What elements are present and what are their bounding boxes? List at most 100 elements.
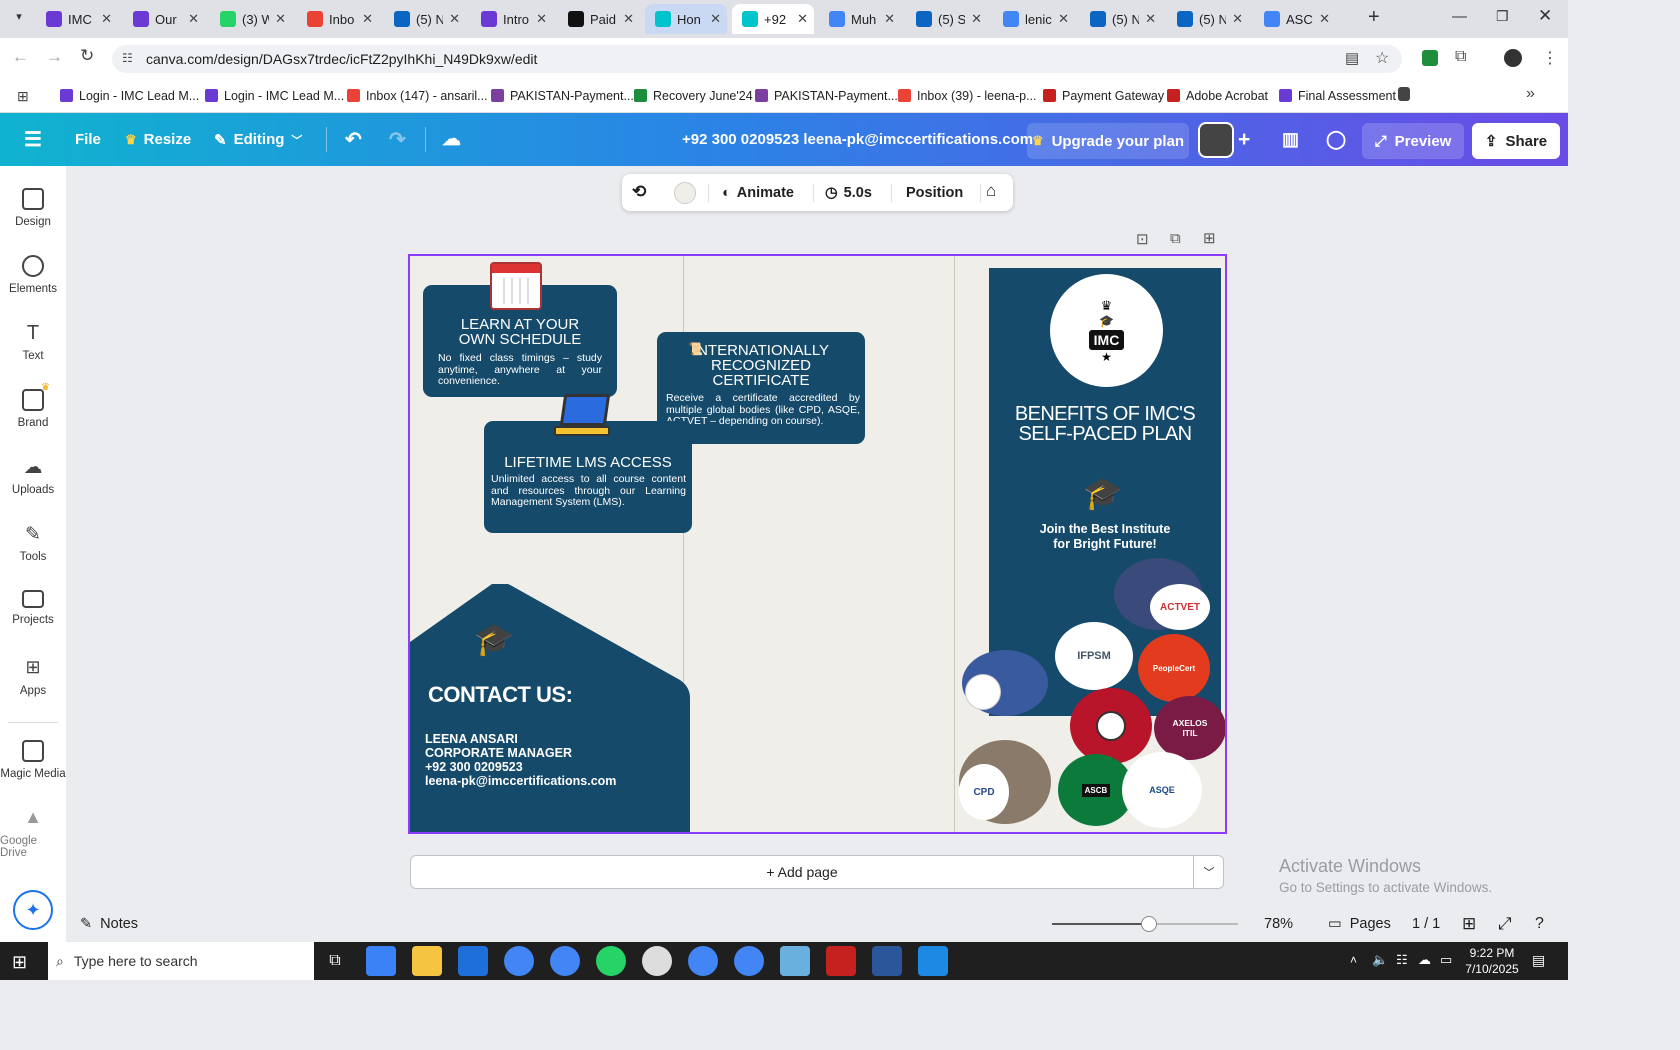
browser-tab[interactable]: Our ✕ <box>123 4 205 34</box>
tab-search-icon[interactable]: ▾ <box>10 10 28 28</box>
taskbar-search-input[interactable]: ⌕ Type here to search <box>48 942 314 980</box>
tab-close-icon[interactable]: ✕ <box>623 11 634 27</box>
copy-style-paintroller-icon[interactable]: ⌂ <box>986 181 996 201</box>
browser-tab[interactable]: Paid ✕ <box>558 4 640 34</box>
share-button[interactable]: ⇪ Share <box>1472 123 1560 159</box>
taskbar-app-icon[interactable] <box>642 946 672 976</box>
position-button[interactable]: Position <box>906 174 963 211</box>
browser-tab[interactable]: (5) S ✕ <box>906 4 988 34</box>
tray-network-icon[interactable]: ☷ <box>1396 952 1408 968</box>
url-input[interactable]: ☷ canva.com/design/DAGsx7trdec/icFtZ2pyI… <box>112 45 1402 73</box>
tab-close-icon[interactable]: ✕ <box>449 11 460 27</box>
sidebar-item-tools[interactable]: ✎ Tools <box>0 523 66 563</box>
back-arrow-icon[interactable]: ← <box>12 47 29 67</box>
bookmark-item[interactable]: Login - IMC Lead M... <box>205 78 344 113</box>
zoom-percentage[interactable]: 78% <box>1264 906 1293 942</box>
tray-cloud-icon[interactable]: ☁ <box>1418 952 1431 968</box>
more-bookmarks-icon[interactable]: » <box>1526 85 1535 103</box>
browser-tab[interactable]: (3) W ✕ <box>210 4 292 34</box>
add-page-chevron-down-icon[interactable]: ﹀ <box>1194 856 1224 888</box>
bookmark-item[interactable]: Login - IMC Lead M... <box>60 78 199 113</box>
taskbar-app-icon[interactable] <box>458 946 488 976</box>
apps-grid-icon[interactable]: ⊞ <box>17 88 29 105</box>
browser-tab[interactable]: IMC ✕ <box>36 4 118 34</box>
upgrade-plan-button[interactable]: ♛ Upgrade your plan <box>1027 123 1189 159</box>
sidebar-item-google-drive[interactable]: ▲ Google Drive <box>0 807 66 859</box>
tab-close-icon[interactable]: ✕ <box>1232 11 1243 27</box>
undo-icon[interactable]: ↶ <box>345 113 362 166</box>
sidebar-item-projects[interactable]: Projects <box>0 590 66 626</box>
extensions-puzzle-icon[interactable]: ⧉ <box>1455 48 1466 66</box>
bookmark-item[interactable]: Recovery June'24 <box>634 78 753 113</box>
sidebar-item-design[interactable]: Design <box>0 188 66 228</box>
bookmark-item[interactable]: PAKISTAN-Payment... <box>491 78 634 113</box>
browser-tab[interactable]: ASC ✕ <box>1254 4 1336 34</box>
chrome-icon[interactable] <box>504 946 534 976</box>
task-view-icon[interactable]: ⧉ <box>320 946 350 976</box>
minimize-icon[interactable]: — <box>1452 8 1467 25</box>
taskbar-app-icon[interactable] <box>780 946 810 976</box>
browser-tab[interactable]: Intro ✕ <box>471 4 553 34</box>
browser-tab[interactable]: (5) N ✕ <box>1080 4 1162 34</box>
add-collaborator-plus-icon[interactable]: + <box>1238 113 1250 166</box>
sidebar-item-text[interactable]: T Text <box>0 322 66 362</box>
restore-icon[interactable]: ❐ <box>1496 8 1509 25</box>
design-canvas-page[interactable]: LEARN AT YOUR OWN SCHEDULE No fixed clas… <box>408 254 1227 834</box>
sidebar-item-elements[interactable]: Elements <box>0 255 66 295</box>
browser-tab[interactable]: Inbo ✕ <box>297 4 379 34</box>
add-page-icon[interactable]: ⊞ <box>1203 229 1216 247</box>
grid-view-icon[interactable]: ⊞ <box>1462 906 1476 942</box>
new-tab-plus-icon[interactable]: + <box>1368 6 1380 29</box>
lock-icon[interactable]: ⊡ <box>1136 230 1149 248</box>
browser-tab[interactable]: Hon ✕ <box>645 4 727 34</box>
acrobat-icon[interactable] <box>826 946 856 976</box>
taskbar-clock[interactable]: 9:22 PM 7/10/2025 <box>1462 945 1522 977</box>
sidebar-item-magic-media[interactable]: Magic Media <box>0 740 66 780</box>
tray-chevron-up-icon[interactable]: ˄ <box>1350 953 1357 967</box>
tab-close-icon[interactable]: ✕ <box>710 11 721 27</box>
notes-button[interactable]: ✎ Notes <box>80 906 138 942</box>
tray-monitor-icon[interactable]: ▭ <box>1440 952 1452 968</box>
resize-button[interactable]: ♛ Resize <box>125 113 191 166</box>
user-avatar[interactable] <box>1198 122 1234 158</box>
bookmark-item[interactable]: Adobe Acrobat <box>1167 78 1268 113</box>
extension-green-icon[interactable] <box>1422 50 1438 66</box>
editing-mode-button[interactable]: ✎ Editing ﹀ <box>214 113 302 166</box>
notifications-icon[interactable]: ▤ <box>1532 952 1545 969</box>
add-page-button[interactable]: + Add page <box>411 856 1193 888</box>
tab-close-icon[interactable]: ✕ <box>1145 11 1156 27</box>
design-title[interactable]: +92 300 0209523 leena-pk@imccertificatio… <box>682 113 1033 166</box>
reload-icon[interactable]: ↻ <box>80 46 94 66</box>
comment-icon[interactable]: ◯ <box>1326 113 1346 166</box>
sidebar-item-uploads[interactable]: ☁ Uploads <box>0 456 66 496</box>
analytics-chart-icon[interactable]: ▥ <box>1282 113 1299 166</box>
tab-close-icon[interactable]: ✕ <box>1319 11 1330 27</box>
bookmark-item[interactable]: PAKISTAN-Payment... <box>755 78 898 113</box>
profile-avatar[interactable] <box>1504 49 1522 67</box>
preview-button[interactable]: ⤢ Preview <box>1362 123 1464 159</box>
pages-button[interactable]: ▭ Pages <box>1328 906 1391 942</box>
fullscreen-icon[interactable]: ⤢ <box>1498 906 1512 942</box>
zoom-slider-handle[interactable] <box>1141 916 1157 932</box>
menu-hamburger-icon[interactable]: ☰ <box>24 113 42 166</box>
site-info-icon[interactable]: ☷ <box>122 51 133 65</box>
animate-button[interactable]: ◐ Animate <box>722 174 794 211</box>
duplicate-page-icon[interactable]: ⧉ <box>1170 230 1181 247</box>
redo-icon[interactable]: ↷ <box>389 113 406 166</box>
chrome-icon[interactable] <box>550 946 580 976</box>
forward-arrow-icon[interactable]: → <box>46 47 63 67</box>
color-swatch[interactable] <box>674 182 696 204</box>
bookmark-item[interactable]: Inbox (39) - leena-p... <box>898 78 1037 113</box>
sidebar-item-brand[interactable]: Brand <box>0 389 66 429</box>
browser-tab[interactable]: lenic ✕ <box>993 4 1075 34</box>
magic-assistant-sparkle-icon[interactable]: ✦ <box>13 890 53 930</box>
tab-close-icon[interactable]: ✕ <box>971 11 982 27</box>
browser-tab[interactable]: (5) N ✕ <box>1167 4 1249 34</box>
page-action-icon[interactable]: ▤ <box>1345 49 1359 67</box>
tab-close-icon[interactable]: ✕ <box>188 11 199 27</box>
bookmark-item[interactable]: Inbox (147) - ansaril... <box>347 78 488 113</box>
chrome-icon[interactable] <box>734 946 764 976</box>
copilot-app-icon[interactable] <box>366 946 396 976</box>
word-icon[interactable] <box>872 946 902 976</box>
tab-close-icon[interactable]: ✕ <box>275 11 286 27</box>
